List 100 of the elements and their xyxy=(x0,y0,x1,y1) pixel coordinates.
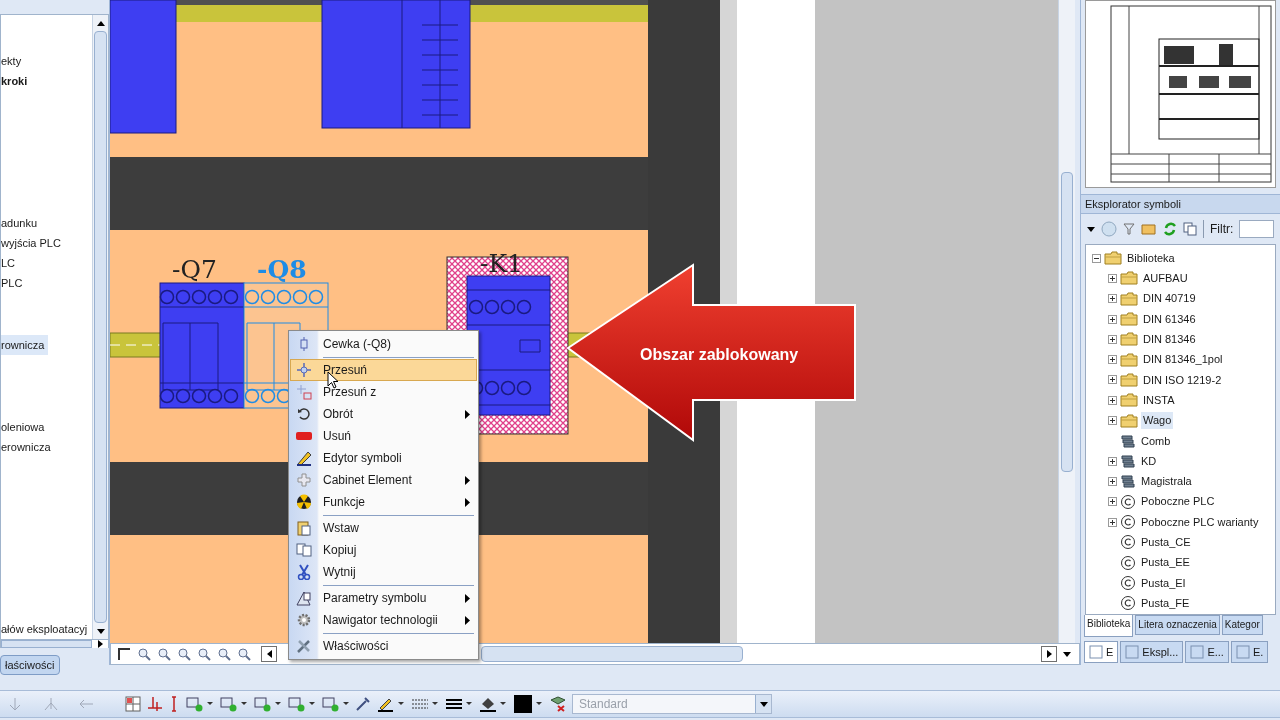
zoom-out-icon[interactable] xyxy=(155,647,173,661)
tree-item[interactable]: DIN 61346 xyxy=(1141,310,1198,328)
tree-item[interactable]: DIN 81346_1pol xyxy=(1141,351,1225,368)
tree-item[interactable]: erownicza xyxy=(1,437,55,457)
tree-item[interactable]: ekty xyxy=(1,51,26,71)
tree-item[interactable]: ałów eksploatacyj xyxy=(1,619,92,639)
expand-icon[interactable] xyxy=(1108,517,1117,527)
tree-item[interactable]: Pusta_EI xyxy=(1139,574,1188,592)
dropdown-icon[interactable] xyxy=(1087,226,1095,232)
menu-item[interactable]: Przesuń z xyxy=(290,381,477,403)
expand-icon[interactable] xyxy=(1108,456,1117,466)
copyright-icon xyxy=(1120,493,1136,510)
tree-item[interactable]: Magistrala xyxy=(1139,473,1194,490)
layers-icon[interactable] xyxy=(235,647,253,661)
submenu-arrow-icon xyxy=(465,409,470,419)
zoom-fit-icon[interactable] xyxy=(175,647,193,661)
tree-item[interactable]: Poboczne PLC xyxy=(1139,493,1217,510)
zoom-in-icon[interactable] xyxy=(135,647,153,661)
tree-item[interactable]: AUFBAU xyxy=(1141,270,1190,287)
menu-item[interactable]: Edytor symboli xyxy=(290,447,477,469)
dropdown-icon[interactable] xyxy=(755,695,771,713)
tree-item[interactable]: Comb xyxy=(1139,432,1173,450)
expand-icon[interactable] xyxy=(1108,395,1117,405)
expand-icon[interactable] xyxy=(1108,294,1117,304)
horizontal-scrollbar[interactable] xyxy=(481,646,743,662)
expand-icon[interactable] xyxy=(1108,476,1117,486)
folder-icon xyxy=(1120,291,1138,306)
menu-item[interactable]: Usuń xyxy=(290,425,477,447)
explorer-icon xyxy=(1190,645,1205,659)
menu-item[interactable]: Kopiuj xyxy=(290,539,477,561)
refresh-icon[interactable] xyxy=(1163,221,1177,237)
tree-item[interactable]: KD xyxy=(1139,452,1159,470)
panel-tab[interactable]: Litera oznaczenia xyxy=(1135,615,1220,635)
folder-icon xyxy=(1120,413,1138,428)
filter-field[interactable] xyxy=(1239,220,1274,238)
folder-icon xyxy=(1120,312,1138,327)
menu-item[interactable]: Nawigator technologii xyxy=(290,609,477,631)
tree-item[interactable]: PLC xyxy=(1,273,27,293)
grid-icon[interactable] xyxy=(122,693,144,715)
tree-item[interactable]: adunku xyxy=(1,213,42,233)
explorer-icon xyxy=(1089,645,1103,659)
tree-item[interactable]: Pusta_EE xyxy=(1139,554,1192,571)
corner-icon[interactable] xyxy=(115,647,133,661)
menu-item[interactable]: Parametry symbolu xyxy=(290,587,477,609)
scroll-left-icon[interactable] xyxy=(261,646,277,662)
panel-tab[interactable]: E... xyxy=(1185,641,1229,663)
menu-item[interactable]: Właściwości xyxy=(290,635,477,657)
tree-item[interactable]: Pusta_CE xyxy=(1139,534,1193,551)
tree-item[interactable]: DIN 81346 xyxy=(1141,331,1198,348)
expand-icon[interactable] xyxy=(1108,497,1117,507)
panel-tab[interactable]: E. xyxy=(1230,641,1269,663)
folder-icon xyxy=(1120,352,1138,367)
menu-item[interactable]: Cabinet Element xyxy=(290,469,477,491)
panel-tab[interactable]: Biblioteka xyxy=(1084,615,1134,637)
copyright-icon xyxy=(1120,595,1136,612)
collapse-icon[interactable] xyxy=(1092,253,1101,263)
menu-item[interactable]: Wytnij xyxy=(290,561,477,583)
stack-icon xyxy=(1120,454,1136,469)
relay[interactable] xyxy=(466,275,551,416)
menu-item[interactable]: Wstaw xyxy=(290,517,477,539)
vertical-scrollbar[interactable] xyxy=(1058,0,1075,643)
expand-icon[interactable] xyxy=(1108,375,1117,385)
tree-item[interactable]: Pusta_FE xyxy=(1139,594,1192,612)
horizontal-scrollbar[interactable] xyxy=(1,640,92,648)
tree-item[interactable]: DIN 40719 xyxy=(1141,290,1198,307)
tree-item[interactable]: Wago xyxy=(1141,412,1174,429)
contactor[interactable] xyxy=(159,282,245,409)
folder-icon xyxy=(1104,251,1122,266)
vertical-scrollbar[interactable] xyxy=(92,15,108,639)
expand-icon[interactable] xyxy=(1108,355,1117,365)
tree-item[interactable]: Biblioteka xyxy=(1125,249,1177,267)
tree-item[interactable]: kroki xyxy=(1,71,32,91)
tree-item[interactable]: DIN ISO 1219-2 xyxy=(1141,371,1224,389)
tree-item[interactable]: Poboczne PLC warianty xyxy=(1139,513,1261,531)
expand-icon[interactable] xyxy=(1108,273,1117,283)
tree-item[interactable]: oleniowa xyxy=(1,417,49,437)
explorer-icon xyxy=(1125,645,1140,659)
copy-icon[interactable] xyxy=(1183,222,1197,236)
submenu-arrow-icon xyxy=(465,475,470,485)
page-icon[interactable] xyxy=(195,647,213,661)
panel-tab[interactable]: łaściwości xyxy=(0,655,60,675)
panel-tab[interactable]: Kategor xyxy=(1221,615,1263,635)
component-label: -Q8 xyxy=(257,255,307,284)
panel-tab[interactable]: E xyxy=(1084,641,1119,663)
scroll-right-icon[interactable] xyxy=(1041,646,1057,662)
menu-item[interactable]: Obrót xyxy=(290,403,477,425)
tree-item[interactable]: wyjścia PLC xyxy=(1,233,65,253)
panel-tab[interactable]: Ekspl... xyxy=(1120,641,1184,663)
tree-item[interactable]: rownicza xyxy=(1,335,49,355)
expand-icon[interactable] xyxy=(1108,334,1117,344)
copyright-icon xyxy=(1120,534,1136,551)
menu-item[interactable]: Przesuń xyxy=(290,359,477,381)
tree-item[interactable]: LC xyxy=(1,253,20,273)
filter-icon[interactable] xyxy=(1123,222,1135,236)
expand-icon[interactable] xyxy=(1108,416,1117,425)
copyright-icon xyxy=(1120,514,1136,530)
chart-icon[interactable] xyxy=(215,647,233,661)
menu-item[interactable]: Funkcje xyxy=(290,491,477,513)
tree-item[interactable]: INSTA xyxy=(1141,391,1177,409)
expand-icon[interactable] xyxy=(1108,314,1117,324)
